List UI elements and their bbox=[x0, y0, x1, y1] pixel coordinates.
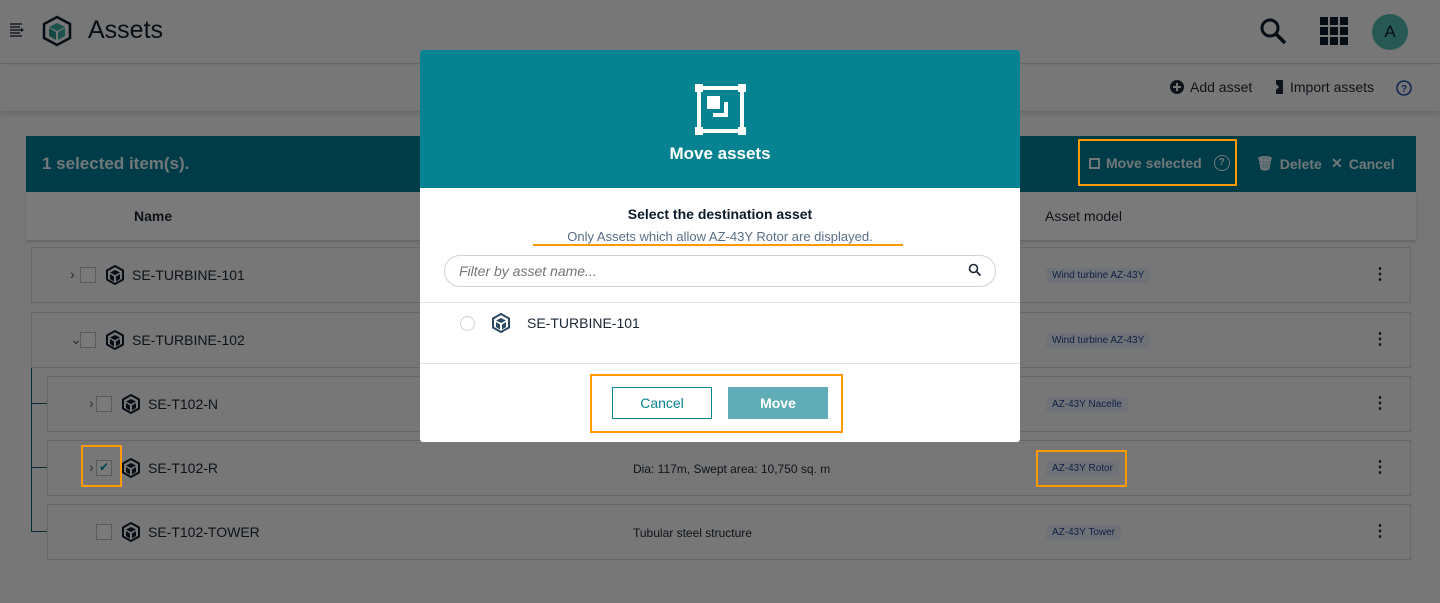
highlight-model-tag bbox=[1036, 450, 1127, 487]
move-icon bbox=[695, 84, 746, 135]
radio-button[interactable] bbox=[460, 315, 475, 331]
dialog-subheading: Only Assets which allow AZ-43Y Rotor are… bbox=[567, 229, 873, 244]
highlight-underline bbox=[533, 244, 903, 246]
destination-option[interactable]: SE-TURBINE-101 bbox=[460, 313, 640, 333]
highlight-checkbox bbox=[81, 445, 122, 487]
highlight-dialog-buttons bbox=[590, 374, 843, 433]
divider bbox=[420, 363, 1020, 364]
filter-input[interactable] bbox=[444, 255, 996, 287]
divider bbox=[420, 302, 1020, 303]
dialog-title: Move assets bbox=[669, 144, 771, 163]
cube-icon bbox=[492, 313, 510, 333]
dialog-heading: Select the destination asset bbox=[627, 206, 813, 222]
search-icon bbox=[968, 263, 982, 277]
dialog-header: Move assets bbox=[420, 50, 1020, 188]
option-label: SE-TURBINE-101 bbox=[527, 315, 640, 331]
highlight-move-selected bbox=[1078, 139, 1237, 186]
